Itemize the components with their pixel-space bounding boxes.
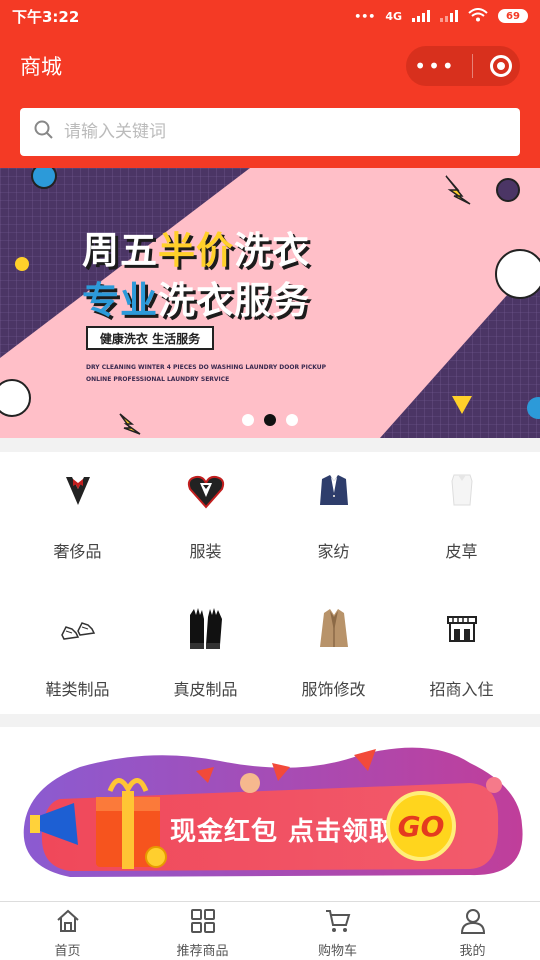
tab-label: 推荐商品 bbox=[176, 944, 229, 959]
category-label: 皮草 bbox=[445, 542, 478, 561]
status-bar: 下午3:22 ••• 4G 69 bbox=[0, 0, 540, 32]
tab-recommend[interactable]: 推荐商品 bbox=[135, 902, 270, 960]
signal2-icon bbox=[440, 10, 458, 22]
more-menu-button[interactable]: ••• bbox=[414, 56, 455, 76]
status-icons: ••• 4G 69 bbox=[354, 7, 528, 25]
tuxedo-icon bbox=[53, 466, 103, 516]
carousel-dot-active[interactable] bbox=[264, 414, 276, 426]
tab-home[interactable]: 首页 bbox=[0, 902, 135, 960]
page-title: 商城 bbox=[20, 55, 62, 79]
storefront-icon bbox=[437, 604, 487, 654]
target-icon bbox=[496, 62, 505, 70]
category-item[interactable]: 家纺 bbox=[266, 452, 401, 582]
category-item[interactable]: 皮草 bbox=[394, 452, 529, 582]
tab-cart[interactable]: 购物车 bbox=[270, 902, 405, 960]
category-item[interactable]: 服装 bbox=[138, 452, 273, 582]
user-icon bbox=[460, 908, 486, 938]
mini-program-capsule: ••• bbox=[406, 46, 520, 86]
promo-banner-carousel[interactable]: 周五半价洗衣 专业洗衣服务 健康洗衣 生活服务 DRY CLEANING WIN… bbox=[0, 168, 540, 438]
category-label: 家纺 bbox=[317, 542, 350, 561]
carousel-indicator bbox=[242, 414, 298, 426]
wifi-icon bbox=[468, 7, 488, 25]
signal-icon bbox=[412, 10, 430, 22]
close-program-button[interactable] bbox=[489, 55, 512, 77]
sneakers-icon bbox=[53, 604, 103, 654]
tab-me[interactable]: 我的 bbox=[405, 902, 540, 960]
tab-label: 首页 bbox=[54, 944, 81, 959]
category-item[interactable]: 鞋类制品 bbox=[10, 590, 145, 720]
carousel-dot[interactable] bbox=[242, 414, 254, 426]
tab-label: 我的 bbox=[459, 944, 486, 959]
leather-gloves-icon bbox=[181, 604, 231, 654]
search-icon bbox=[34, 120, 54, 144]
category-label: 奢侈品 bbox=[53, 542, 102, 561]
category-grid: 奢侈品 服装 家纺 皮草 鞋类制品 真皮制品 服饰修改 招商入住 bbox=[0, 452, 540, 714]
category-item[interactable]: 奢侈品 bbox=[10, 452, 145, 582]
home-icon bbox=[55, 908, 81, 938]
banner-small-text-1: DRY CLEANING WINTER 4 PIECES DO WASHING … bbox=[86, 364, 327, 371]
search-bar bbox=[0, 100, 540, 168]
search-input[interactable] bbox=[64, 122, 506, 142]
white-shirt-icon bbox=[437, 466, 487, 516]
battery-icon: 69 bbox=[498, 9, 528, 23]
red-packet-promo[interactable]: 现金红包 点击领取 GO bbox=[0, 727, 540, 901]
category-label: 服饰修改 bbox=[301, 680, 366, 699]
category-label: 服装 bbox=[189, 542, 222, 561]
navigation-bar: 商城 ••• bbox=[0, 32, 540, 100]
go-button[interactable]: GO bbox=[386, 791, 456, 861]
banner-small-text-2: ONLINE PROFESSIONAL LAUNDRY SERVICE bbox=[86, 376, 230, 383]
category-item[interactable]: 服饰修改 bbox=[266, 590, 401, 720]
search-box[interactable] bbox=[20, 108, 520, 156]
status-time: 下午3:22 bbox=[12, 7, 80, 26]
capsule-divider bbox=[472, 54, 474, 78]
tab-label: 购物车 bbox=[317, 944, 357, 959]
category-label: 鞋类制品 bbox=[45, 680, 110, 699]
cart-icon bbox=[325, 908, 351, 938]
trench-coat-icon bbox=[309, 604, 359, 654]
heart-suit-icon bbox=[181, 466, 231, 516]
bottom-tab-bar: 首页 推荐商品 购物车 我的 bbox=[0, 901, 540, 960]
blazer-icon bbox=[309, 466, 359, 516]
category-label: 招商入住 bbox=[429, 680, 494, 699]
category-item[interactable]: 真皮制品 bbox=[138, 590, 273, 720]
banner-badge: 健康洗衣 生活服务 bbox=[86, 326, 214, 350]
carousel-dot[interactable] bbox=[286, 414, 298, 426]
banner-headline-2: 专业洗衣服务 bbox=[82, 279, 310, 322]
category-item[interactable]: 招商入住 bbox=[394, 590, 529, 720]
promo-text: 现金红包 点击领取 bbox=[170, 817, 397, 847]
category-label: 真皮制品 bbox=[173, 680, 238, 699]
banner-headline-1: 周五半价洗衣 bbox=[82, 229, 310, 272]
network-label: 4G bbox=[385, 9, 402, 23]
grid-icon bbox=[190, 908, 216, 938]
more-dots-icon: ••• bbox=[354, 9, 376, 23]
